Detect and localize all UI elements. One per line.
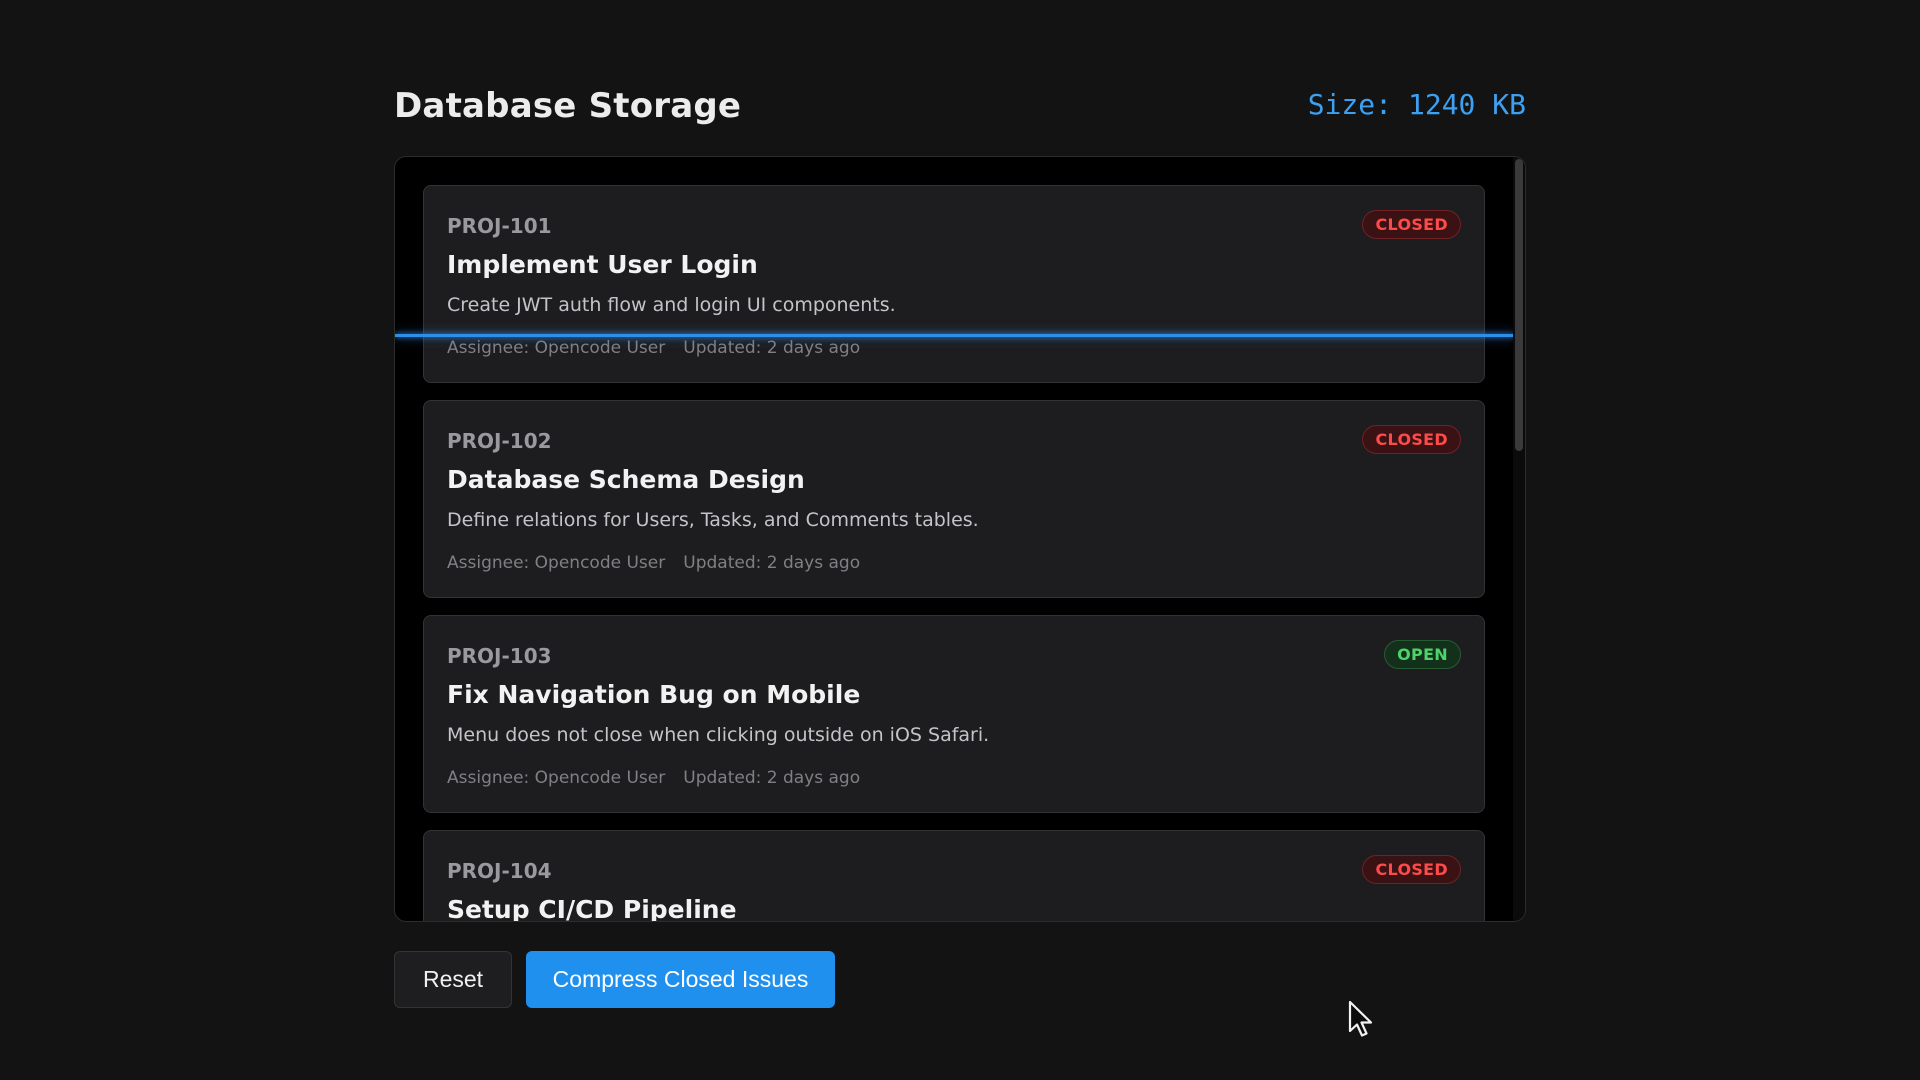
- status-badge: CLOSED: [1362, 210, 1461, 239]
- issue-updated: Updated: 2 days ago: [683, 338, 861, 358]
- issue-card-proj-101[interactable]: PROJ-101 CLOSED Implement User Login Cre…: [423, 185, 1485, 383]
- issue-card-proj-102[interactable]: PROJ-102 CLOSED Database Schema Design D…: [423, 400, 1485, 598]
- page-title: Database Storage: [394, 86, 742, 126]
- issue-assignee: Assignee: Opencode User: [447, 338, 666, 358]
- issue-title: Fix Navigation Bug on Mobile: [447, 680, 861, 709]
- cursor-arrow-icon: [1348, 1000, 1373, 1037]
- status-badge: CLOSED: [1362, 855, 1461, 884]
- issue-meta: Assignee: Opencode User Updated: 2 days a…: [447, 553, 860, 573]
- reset-button[interactable]: Reset: [394, 951, 512, 1008]
- size-label: Size:: [1307, 88, 1392, 121]
- scrollbar-thumb[interactable]: [1515, 159, 1523, 451]
- issue-card-proj-103[interactable]: PROJ-103 OPEN Fix Navigation Bug on Mobi…: [423, 615, 1485, 813]
- issue-list[interactable]: PROJ-101 CLOSED Implement User Login Cre…: [395, 157, 1515, 922]
- scan-line: [395, 334, 1515, 337]
- issue-id: PROJ-101: [447, 214, 552, 238]
- issue-title: Setup CI/CD Pipeline: [447, 895, 737, 922]
- issue-list-panel[interactable]: PROJ-101 CLOSED Implement User Login Cre…: [394, 156, 1526, 922]
- action-bar: Reset Compress Closed Issues: [394, 951, 994, 1008]
- issue-updated: Updated: 2 days ago: [683, 768, 861, 788]
- scrollbar-track[interactable]: [1513, 157, 1525, 921]
- issue-updated: Updated: 2 days ago: [683, 553, 861, 573]
- issue-id: PROJ-104: [447, 859, 552, 883]
- compress-closed-issues-button[interactable]: Compress Closed Issues: [526, 951, 835, 1008]
- issue-meta: Assignee: Opencode User Updated: 2 days a…: [447, 768, 860, 788]
- status-badge: OPEN: [1384, 640, 1461, 669]
- issue-id: PROJ-103: [447, 644, 552, 668]
- header: Database Storage Size: 1240 KB: [394, 84, 1526, 134]
- issue-meta: Assignee: Opencode User Updated: 2 days a…: [447, 338, 860, 358]
- issue-assignee: Assignee: Opencode User: [447, 768, 666, 788]
- issue-description: Create JWT auth flow and login UI compon…: [447, 294, 896, 316]
- size-value: 1240 KB: [1407, 88, 1526, 121]
- issue-card-proj-104[interactable]: PROJ-104 CLOSED Setup CI/CD Pipeline: [423, 830, 1485, 922]
- issue-assignee: Assignee: Opencode User: [447, 553, 666, 573]
- issue-id: PROJ-102: [447, 429, 552, 453]
- storage-app: Database Storage Size: 1240 KB PROJ-101 C…: [394, 0, 1526, 1080]
- issue-description: Define relations for Users, Tasks, and C…: [447, 509, 979, 531]
- issue-description: Menu does not close when clicking outsid…: [447, 724, 990, 746]
- issue-title: Implement User Login: [447, 250, 758, 279]
- issue-title: Database Schema Design: [447, 465, 805, 494]
- size-readout: Size: 1240 KB: [1308, 88, 1526, 121]
- status-badge: CLOSED: [1362, 425, 1461, 454]
